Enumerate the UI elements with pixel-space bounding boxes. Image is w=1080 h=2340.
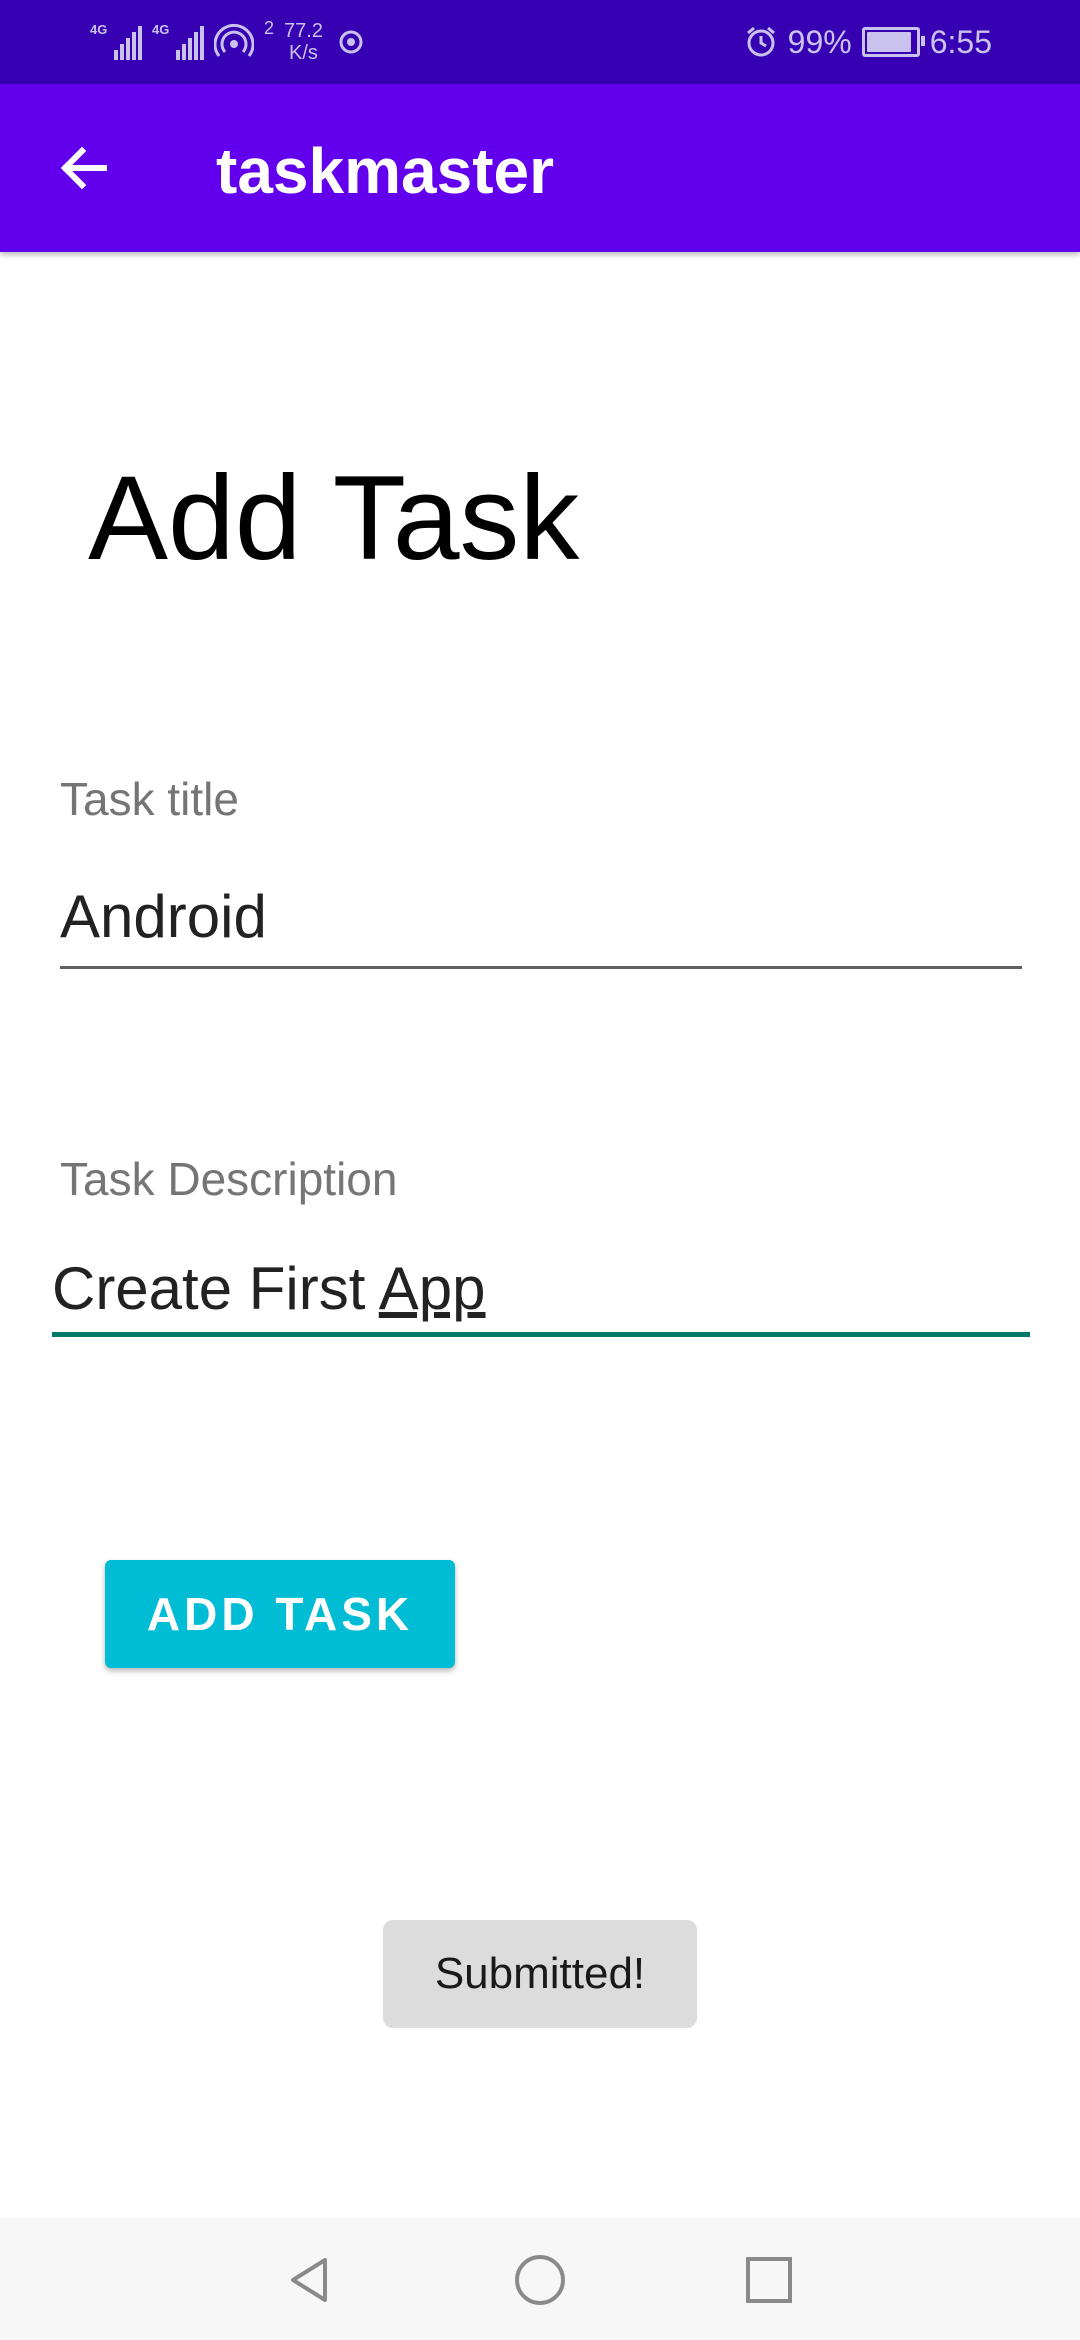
network-speed: 77.2 K/s xyxy=(284,20,323,64)
signal-icon: 4G xyxy=(152,22,204,60)
status-left: 4G 4G 2 77.2 K/s xyxy=(90,18,369,66)
speed-value: 77.2 xyxy=(284,20,323,42)
toast-message: Submitted! xyxy=(383,1920,697,2028)
app-title: taskmaster xyxy=(216,135,554,207)
battery-icon xyxy=(861,27,925,57)
alarm-icon xyxy=(746,26,775,57)
app-bar: taskmaster xyxy=(0,84,1080,252)
task-description-underline xyxy=(52,1332,1030,1337)
arrow-left-icon xyxy=(60,146,107,190)
status-bar: 4G 4G 2 77.2 K/s 99% 6:55 xyxy=(0,0,1080,84)
circle-home-icon xyxy=(515,2255,565,2305)
battery-percent: 99% xyxy=(787,23,852,60)
page-title: Add Task xyxy=(88,451,580,585)
system-nav-bar xyxy=(0,2218,1080,2340)
network-type-1: 4G xyxy=(90,22,108,37)
nav-home-button[interactable] xyxy=(512,2252,568,2308)
triangle-back-icon xyxy=(291,2258,327,2302)
task-title-input[interactable]: Android xyxy=(60,882,267,951)
clock: 6:55 xyxy=(929,23,992,60)
network-type-2: 4G xyxy=(152,22,170,37)
speed-unit: K/s xyxy=(289,42,318,64)
nav-recents-button[interactable] xyxy=(741,2252,797,2308)
task-description-label: Task Description xyxy=(60,1153,398,1205)
square-recents-icon xyxy=(746,2257,792,2303)
description-text: Create First xyxy=(52,1255,379,1322)
wifi-signal-icon xyxy=(339,30,363,54)
signal-icon: 4G xyxy=(90,22,142,60)
hotspot-count: 2 xyxy=(264,18,275,38)
task-title-label: Task title xyxy=(60,773,239,825)
add-task-button[interactable]: ADD TASK xyxy=(105,1560,455,1668)
hotspot-icon xyxy=(214,23,254,57)
task-description-input[interactable]: Create First App xyxy=(52,1254,486,1323)
task-title-underline xyxy=(60,966,1022,969)
nav-back-button[interactable] xyxy=(281,2252,337,2308)
description-text-underlined: App xyxy=(378,1255,486,1322)
back-button[interactable] xyxy=(48,136,120,200)
status-right: 99% 6:55 xyxy=(744,18,992,66)
